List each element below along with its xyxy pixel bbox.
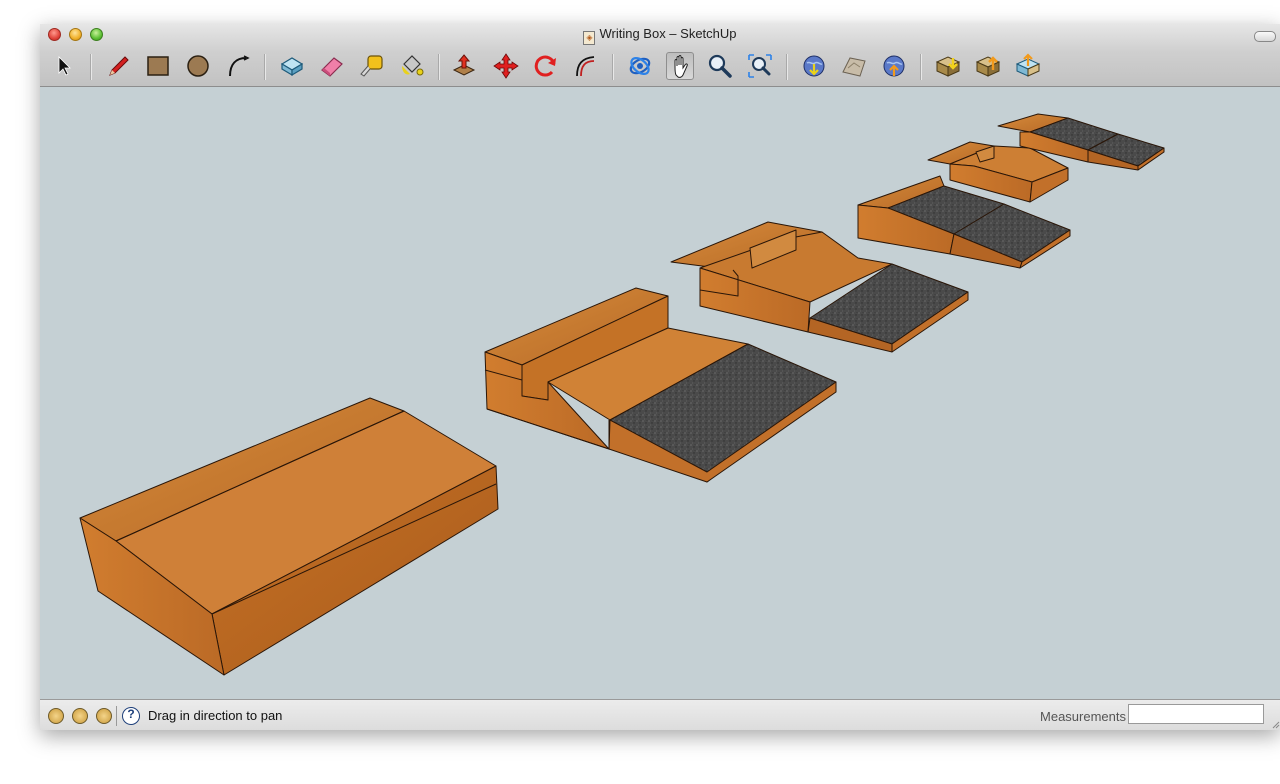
hand-icon <box>674 55 688 78</box>
model-viewport[interactable] <box>40 87 1280 699</box>
window-title: Writing Box – SketchUp <box>599 26 737 41</box>
rectangle-tool-button[interactable] <box>144 52 172 80</box>
get-current-view-tool-button[interactable] <box>800 52 828 80</box>
move-arrows-icon <box>493 53 519 79</box>
place-model-tool-button[interactable] <box>880 52 908 80</box>
writing-box-closed[interactable] <box>79 397 499 676</box>
arrow-cursor-icon <box>58 56 71 76</box>
eraser-icon <box>321 57 343 77</box>
move-tool-button[interactable] <box>492 52 520 80</box>
circle-tool-button[interactable] <box>184 52 212 80</box>
tape-measure-icon <box>360 55 383 77</box>
share-component-icon <box>1015 53 1041 77</box>
status-hint: Drag in direction to pan <box>148 708 283 723</box>
earth-upload-icon <box>883 55 905 77</box>
warehouse-share-icon <box>975 56 1001 77</box>
eraser-tool-button[interactable] <box>318 52 346 80</box>
rotate-icon <box>534 55 556 77</box>
model-drawing[interactable] <box>40 87 1280 699</box>
terrain-icon <box>842 57 866 77</box>
offset-tool-button[interactable] <box>572 52 600 80</box>
make-component-tool-button[interactable] <box>278 52 306 80</box>
tape-measure-tool-button[interactable] <box>358 52 386 80</box>
pencil-icon <box>109 56 129 76</box>
share-component-tool-button[interactable] <box>1014 52 1042 80</box>
toolbar-separator <box>438 54 440 80</box>
sketchup-window: ◈ Writing Box – SketchUp ? Drag in direc… <box>40 24 1280 730</box>
earth-download-icon <box>803 55 825 77</box>
measurements-label: Measurements <box>1040 709 1126 724</box>
circle-icon <box>187 55 209 77</box>
toolbar-separator <box>612 54 614 80</box>
zoom-extents-icon <box>748 54 772 78</box>
geo-location-icon[interactable] <box>48 708 64 724</box>
resize-grip-icon[interactable] <box>1270 719 1280 729</box>
status-divider <box>116 706 117 726</box>
arc-icon <box>229 55 250 77</box>
magnifier-icon <box>708 54 732 78</box>
status-bar: ? Drag in direction to pan Measurements <box>40 699 1280 730</box>
push-pull-icon <box>452 54 476 76</box>
toolbar-separator <box>264 54 266 80</box>
window-title-container: ◈ Writing Box – SketchUp <box>40 26 1280 45</box>
toolbar-toggle-button[interactable] <box>1254 31 1276 42</box>
paint-bucket-tool-button[interactable] <box>398 52 426 80</box>
document-icon: ◈ <box>583 31 596 45</box>
main-toolbar <box>40 46 1280 86</box>
push-pull-tool-button[interactable] <box>450 52 478 80</box>
toolbar-separator <box>786 54 788 80</box>
help-icon[interactable]: ? <box>122 707 140 725</box>
zoom-tool-button[interactable] <box>706 52 734 80</box>
title-bar: ◈ Writing Box – SketchUp <box>40 24 1280 87</box>
warehouse-get-icon <box>935 56 961 77</box>
measurements-input[interactable] <box>1128 704 1264 724</box>
toggle-terrain-tool-button[interactable] <box>840 52 868 80</box>
component-box-icon <box>280 57 304 77</box>
line-tool-button[interactable] <box>104 52 132 80</box>
rotate-tool-button[interactable] <box>532 52 560 80</box>
toolbar-separator <box>90 54 92 80</box>
paint-bucket-icon <box>402 55 424 76</box>
credits-icon[interactable] <box>72 708 88 724</box>
orbit-tool-button[interactable] <box>626 52 654 80</box>
share-model-tool-button[interactable] <box>974 52 1002 80</box>
zoom-extents-tool-button[interactable] <box>746 52 774 80</box>
offset-icon <box>576 56 595 77</box>
rectangle-icon <box>147 56 169 76</box>
toolbar-separator <box>920 54 922 80</box>
user-icon[interactable] <box>96 708 112 724</box>
pan-tool-button[interactable] <box>666 52 694 80</box>
get-models-tool-button[interactable] <box>934 52 962 80</box>
orbit-icon <box>629 56 651 76</box>
arc-tool-button[interactable] <box>224 52 252 80</box>
select-tool-button[interactable] <box>50 52 78 80</box>
